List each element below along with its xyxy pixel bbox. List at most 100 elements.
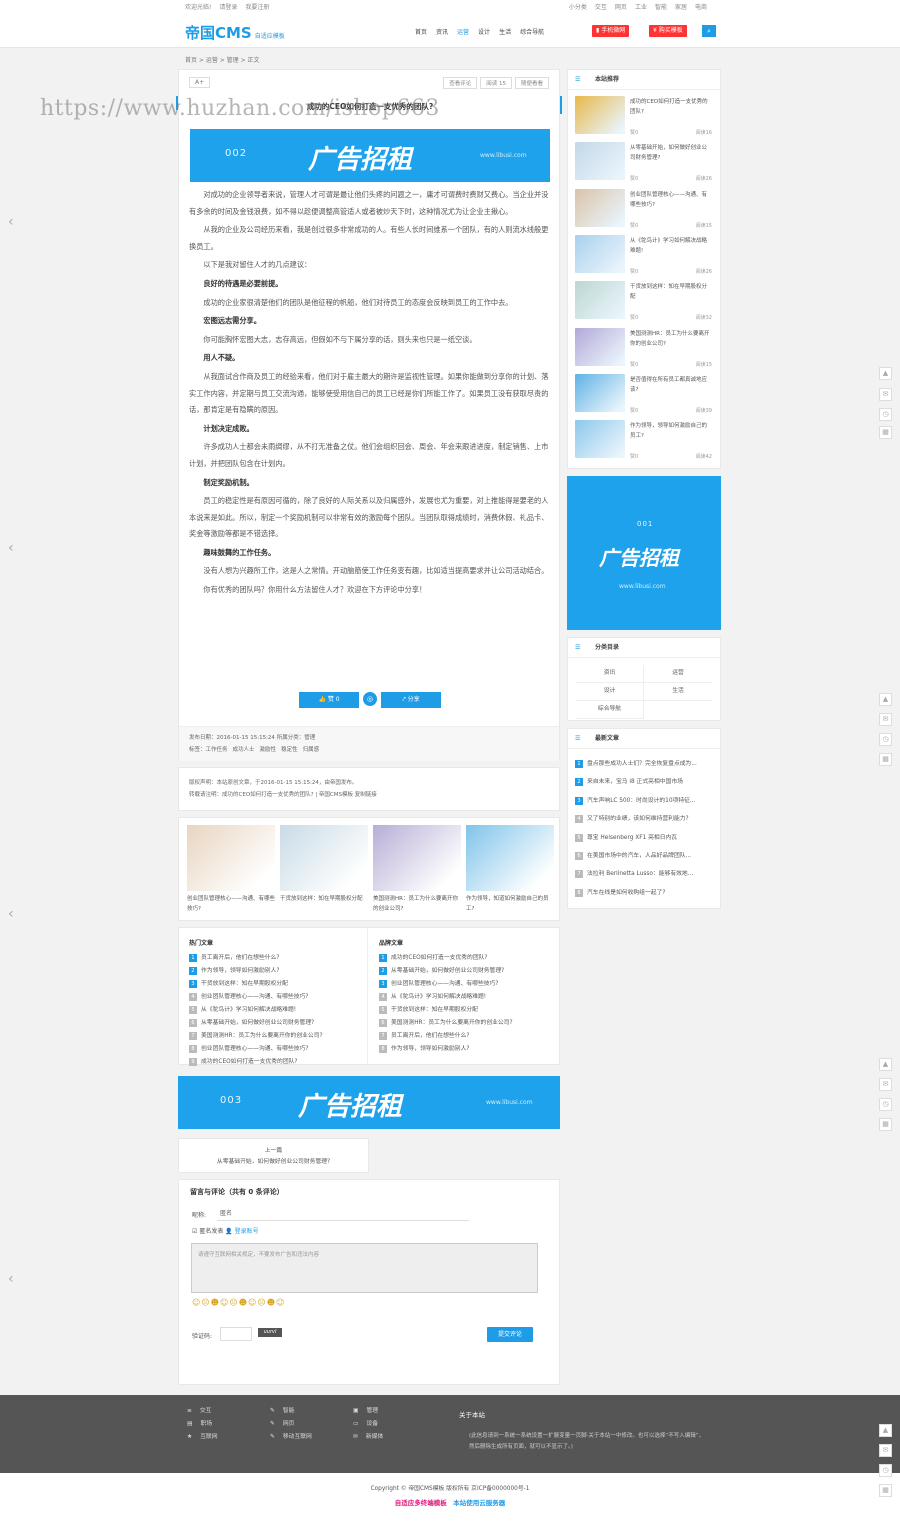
meta-tag-link[interactable]: 成功人士 — [233, 747, 255, 753]
list-item-title[interactable]: 成功的CEO如何打造一支优秀的团队? — [391, 955, 488, 961]
category-link[interactable]: 资讯 — [576, 665, 644, 683]
nav-item[interactable]: 首页 — [415, 29, 427, 36]
footer-link-label[interactable]: 交互 — [200, 1408, 212, 1414]
latest-item-title[interactable]: 汽车在线是如何收购组一起了? — [587, 890, 665, 896]
category-link[interactable]: 运营 — [644, 665, 712, 683]
font-size-button[interactable]: A+ — [189, 77, 211, 88]
comment-textarea[interactable]: 请遵守互联网相关规定，不要发布广告和违法内容 — [191, 1243, 538, 1293]
latest-item-title[interactable]: 尊宝 Helsenberg XF1 亮相日内瓦 — [587, 835, 677, 841]
list-item[interactable]: 6 美国测测HR：员工为什么要离开你的创业公司? — [379, 1017, 554, 1030]
clock-icon[interactable]: ◷ — [879, 733, 892, 746]
login-link[interactable]: 👤 登录账号 — [225, 1228, 258, 1235]
footer-link[interactable]: ✉ 新媒体 — [353, 1431, 383, 1440]
footer-link-label[interactable]: 管理 — [366, 1408, 378, 1414]
list-item[interactable]: 3 创业团队管理核心——沟通、有哪些技巧? — [379, 978, 554, 991]
arrow-up-icon[interactable]: ▲ — [879, 1424, 892, 1437]
share-icon[interactable]: ◎ — [361, 690, 379, 708]
recommend-item[interactable]: 从零基础开始，如何做好创业公司财务管理? 赞0 阅读26 — [575, 142, 715, 188]
search-icon[interactable]: ⌕ — [702, 25, 716, 37]
nav-item[interactable]: 设计 — [478, 29, 490, 36]
list-item[interactable]: 4 创业团队管理核心——沟通、有哪些技巧? — [189, 991, 364, 1004]
promo-link-2[interactable]: 本站使用云服务器 — [453, 1499, 505, 1507]
latest-item[interactable]: 2 来自未来，宝马 i8 正式亮相中国市场 — [575, 773, 715, 791]
recommend-item[interactable]: 成功的CEO如何打造一支优秀的团队? 赞0 阅读16 — [575, 96, 715, 142]
recommend-title[interactable]: 干货放到这样：知在早期股权分配 — [630, 282, 712, 302]
top-link[interactable]: 我要注册 — [245, 4, 269, 11]
ad-banner-top[interactable]: 002 广告招租 www.libusi.com — [190, 129, 550, 182]
list-item-title[interactable]: 创业团队管理核心——沟通、有哪些技巧? — [201, 1046, 308, 1052]
recommend-title[interactable]: 成功的CEO如何打造一支优秀的团队? — [630, 97, 712, 117]
list-item[interactable]: 1 成功的CEO如何打造一支优秀的团队? — [379, 952, 554, 965]
chevron-left-icon[interactable]: ‹ — [8, 540, 14, 556]
top-category-link[interactable]: 交互 — [595, 4, 607, 11]
footer-link-label[interactable]: 网页 — [283, 1421, 295, 1427]
captcha-input[interactable] — [220, 1327, 252, 1341]
list-item[interactable]: 1 员工离开后，他们在想些什么? — [189, 952, 364, 965]
qrcode-icon[interactable]: ▦ — [879, 426, 892, 439]
latest-item[interactable]: 4 又了特别的业绩，该如何维持营利能力? — [575, 810, 715, 828]
list-item-title[interactable]: 员工离开后，他们在想些什么? — [391, 1033, 469, 1039]
latest-item[interactable]: 8 汽车在线是如何收购组一起了? — [575, 884, 715, 902]
latest-item-title[interactable]: 盘点那些成功人士们？完全恢复盘点成为... — [587, 761, 697, 767]
top-category-link[interactable]: 小分类 — [569, 4, 587, 11]
list-item-title[interactable]: 成功的CEO如何打造一支优秀的团队? — [201, 1059, 298, 1065]
article-info-tag[interactable]: 阅读 15 — [480, 77, 512, 89]
list-item[interactable]: 7 员工离开后，他们在想些什么? — [379, 1030, 554, 1043]
article-info-tag[interactable]: 查看评论 — [443, 77, 478, 89]
footer-link-label[interactable]: 互联网 — [200, 1434, 217, 1440]
prev-title[interactable]: 从零基础开始，如何做好创业公司财务管理? — [179, 1157, 368, 1168]
related-item[interactable]: 创业团队管理核心——沟通、有哪些技巧? — [187, 825, 275, 914]
list-item-title[interactable]: 创业团队管理核心——沟通、有哪些技巧? — [201, 994, 308, 1000]
recommend-item[interactable]: 创业团队管理核心——沟通、有哪些技巧? 赞0 阅读15 — [575, 188, 715, 235]
prev-post[interactable]: 上一篇 从零基础开始，如何做好创业公司财务管理? — [178, 1138, 369, 1173]
recommend-thumb[interactable] — [575, 281, 625, 320]
list-item-title[interactable]: 从零基础开始，如何做好创业公司财务管理? — [391, 968, 504, 974]
list-item-title[interactable]: 干货放到这样：知在早期股权分配 — [391, 1007, 478, 1013]
nav-item[interactable]: 生活 — [499, 29, 511, 36]
latest-item-title[interactable]: 在美国市场中的汽车，人品好品牌团队... — [587, 853, 691, 859]
chevron-left-icon[interactable]: ‹ — [8, 906, 14, 922]
emoji-bar[interactable]: ☺☹☻☺☹☻☺☹☻☺ — [192, 1298, 285, 1307]
recommend-title[interactable]: 美国测测HR：员工为什么要离开你的创业公司? — [630, 329, 712, 349]
nav-item[interactable]: 运营 — [457, 29, 469, 36]
qrcode-icon[interactable]: ▦ — [879, 1118, 892, 1131]
recommend-title[interactable]: 作为领导，领导如何激励自己的员工? — [630, 421, 712, 441]
footer-link[interactable]: ▤ 职场 — [187, 1418, 212, 1427]
buy-button[interactable]: ¥ 购买模板 — [649, 25, 687, 37]
footer-link[interactable]: ≡ 交互 — [187, 1405, 211, 1414]
list-item-title[interactable]: 作为领导，领导如何激励别人? — [391, 1046, 469, 1052]
recommend-thumb[interactable] — [575, 373, 625, 412]
latest-item[interactable]: 1 盘点那些成功人士们？完全恢复盘点成为... — [575, 755, 715, 773]
recommend-thumb[interactable] — [575, 142, 625, 181]
chat-icon[interactable]: ✉ — [879, 1078, 892, 1091]
category-link[interactable]: 生活 — [644, 683, 712, 701]
latest-item[interactable]: 6 在美国市场中的汽车，人品好品牌团队... — [575, 847, 715, 865]
footer-link[interactable]: ▭ 设备 — [353, 1418, 378, 1427]
list-item[interactable]: 2 作为领导，领导如何激励别人? — [189, 965, 364, 978]
article-info-tag[interactable]: 随便看看 — [514, 77, 549, 89]
arrow-up-icon[interactable]: ▲ — [879, 693, 892, 706]
latest-item-title[interactable]: 法拉利 Berlinetta Lusso：能够有效地... — [587, 871, 693, 877]
recommend-title[interactable]: 从零基础开始，如何做好创业公司财务管理? — [630, 143, 712, 163]
list-item-title[interactable]: 员工离开后，他们在想些什么? — [201, 955, 279, 961]
related-thumb[interactable] — [466, 825, 554, 891]
site-logo[interactable]: 帝国CMS 自适应模板 — [185, 22, 285, 43]
footer-link[interactable]: ▣ 管理 — [353, 1405, 378, 1414]
recommend-item[interactable]: 干货放到这样：知在早期股权分配 赞0 阅读32 — [575, 281, 715, 327]
latest-item-title[interactable]: 又了特别的业绩，该如何维持营利能力? — [587, 816, 689, 822]
recommend-item[interactable]: 作为领导，领导如何激励自己的员工? 赞0 阅读42 — [575, 420, 715, 466]
qrcode-icon[interactable]: ▦ — [879, 1484, 892, 1497]
recommend-title[interactable]: 是否值得在所有员工都真诚地应该? — [630, 375, 712, 395]
top-category-link[interactable]: 智能 — [655, 4, 667, 11]
latest-item-title[interactable]: 来自未来，宝马 i8 正式亮相中国市场 — [587, 779, 683, 785]
related-title[interactable]: 干货放到这样：知在早期股权分配 — [280, 894, 368, 904]
category-link[interactable]: 综合导航 — [576, 701, 644, 719]
list-item[interactable]: 7 美国测测HR：员工为什么要离开你的创业公司? — [189, 1030, 364, 1043]
chevron-left-icon[interactable]: ‹ — [8, 1271, 14, 1287]
footer-link[interactable]: ✎ 智能 — [270, 1405, 294, 1414]
share-button[interactable]: ⤤ 分享 — [381, 692, 441, 708]
recommend-item[interactable]: 美国测测HR：员工为什么要离开你的创业公司? 赞0 阅读15 — [575, 327, 715, 374]
recommend-item[interactable]: 从《鸵鸟计》学习如何解决战略难题! 赞0 阅读26 — [575, 234, 715, 281]
list-item-title[interactable]: 美国测测HR：员工为什么要离开你的创业公司? — [201, 1033, 323, 1039]
submit-comment-button[interactable]: 提交评论 — [487, 1327, 533, 1342]
